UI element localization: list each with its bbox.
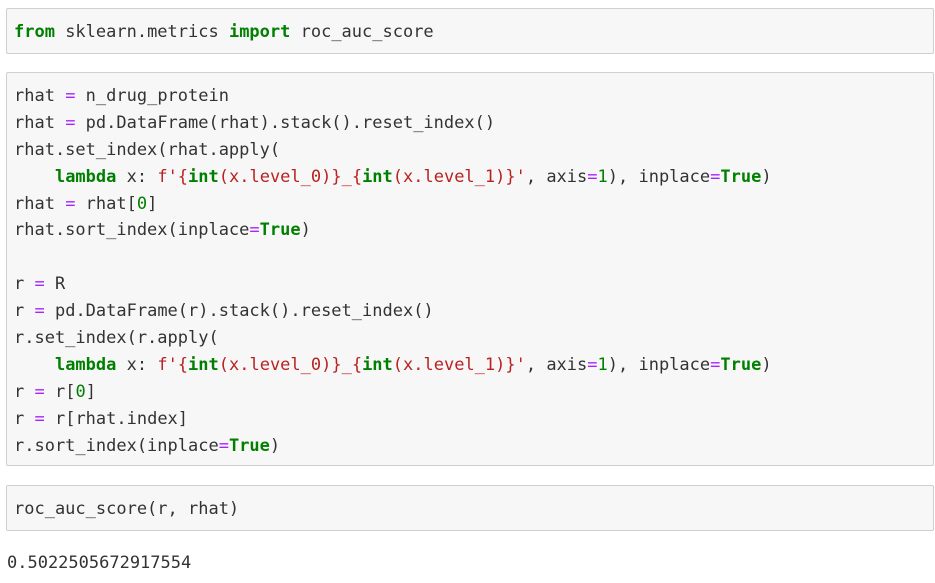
string-token: f'{: [157, 166, 189, 187]
code-token: , axis: [525, 354, 588, 375]
code-token: r: [14, 381, 35, 402]
code-cell-score[interactable]: roc_auc_score(r, rhat): [6, 485, 934, 531]
code-editor[interactable]: roc_auc_score(r, rhat): [14, 496, 239, 523]
operator-token: =: [65, 112, 76, 133]
code-token: r: [14, 274, 35, 295]
code-token: , axis: [525, 166, 588, 187]
code-line: r = R: [14, 271, 772, 298]
code-token: ), inplace: [607, 166, 711, 187]
code-line: rhat.set_index(rhat.apply(: [14, 137, 772, 164]
code-token: ): [300, 220, 311, 241]
code-token: r[: [44, 381, 76, 402]
operator-token: =: [65, 86, 76, 106]
code-line: from sklearn.metrics import roc_auc_scor…: [14, 19, 434, 46]
string-token: (x.level_0)}_{: [218, 166, 363, 187]
code-token: ]: [85, 381, 96, 402]
code-line: r.set_index(r.apply(: [14, 325, 772, 352]
code-line: r.sort_index(inplace=True): [14, 433, 772, 460]
code-editor[interactable]: from sklearn.metrics import roc_auc_scor…: [14, 19, 434, 46]
operator-token: =: [34, 274, 45, 295]
code-editor[interactable]: rhat = n_drug_protein rhat = pd.DataFrame…: [14, 83, 772, 459]
number-token: 1: [597, 166, 608, 187]
code-line: rhat.sort_index(inplace=True): [14, 217, 772, 244]
keyword-token: int: [362, 166, 393, 187]
code-token: pd.DataFrame(rhat).stack().reset_index(): [75, 112, 496, 133]
code-token: roc_auc_score: [290, 22, 434, 42]
number-token: 0: [75, 381, 86, 402]
code-token: r.sort_index(inplace: [14, 435, 219, 456]
code-token: roc_auc_score(r, rhat): [14, 499, 240, 519]
operator-token: =: [249, 220, 260, 241]
code-token: rhat: [14, 112, 66, 133]
code-token: ): [269, 435, 281, 456]
code-token: r.set_index(r.apply(: [14, 328, 219, 349]
code-token: pd.DataFrame(r).stack().reset_index(): [44, 301, 434, 322]
string-token: (x.level_0)}_{: [218, 354, 363, 375]
code-token: x:: [116, 166, 158, 187]
code-token: ): [761, 354, 772, 375]
code-line: r = r[rhat.index]: [14, 406, 772, 433]
operator-token: =: [710, 166, 721, 187]
keyword-token: int: [362, 354, 393, 375]
keyword-token: from: [14, 22, 55, 42]
code-cell-import[interactable]: from sklearn.metrics import roc_auc_scor…: [6, 8, 934, 54]
code-line: rhat = rhat[0]: [14, 191, 772, 218]
code-token: rhat.set_index(rhat.apply(: [14, 139, 281, 160]
code-token: sklearn.metrics: [54, 22, 229, 42]
operator-token: =: [34, 381, 45, 402]
string-token: (x.level_1)}': [392, 354, 526, 375]
code-token: r: [14, 301, 35, 322]
code-line: r = r[0]: [14, 379, 772, 406]
keyword-token: import: [228, 22, 291, 42]
operator-token: =: [218, 435, 229, 456]
code-cell-preprocess[interactable]: rhat = n_drug_protein rhat = pd.DataFrame…: [6, 72, 934, 466]
code-token: rhat.sort_index(inplace: [14, 220, 250, 241]
code-token: rhat[: [75, 193, 137, 214]
string-token: (x.level_1)}': [392, 166, 526, 187]
string-token: f'{: [157, 354, 189, 375]
keyword-token: True: [259, 220, 301, 241]
code-token: ): [761, 166, 772, 187]
keyword-token: True: [720, 354, 762, 375]
operator-token: =: [65, 193, 76, 214]
operator-token: =: [34, 408, 45, 429]
keyword-token: lambda: [54, 166, 117, 187]
code-token: rhat: [14, 193, 66, 214]
code-token: ]: [147, 193, 158, 214]
keyword-token: int: [188, 166, 219, 187]
code-line: lambda x: f'{int(x.level_0)}_{int(x.leve…: [14, 352, 772, 379]
code-line: rhat = n_drug_protein: [14, 83, 772, 110]
code-line: rhat = pd.DataFrame(rhat).stack().reset_…: [14, 110, 772, 137]
keyword-token: True: [228, 435, 270, 456]
code-token: n_drug_protein: [75, 86, 229, 106]
operator-token: =: [587, 354, 598, 375]
keyword-token: lambda: [54, 354, 117, 375]
cell-output: 0.5022505672917554: [7, 553, 192, 573]
code-token: rhat: [14, 86, 66, 106]
code-token: x:: [116, 354, 158, 375]
number-token: 0: [136, 193, 148, 214]
keyword-token: int: [188, 354, 219, 375]
code-token: R: [44, 274, 66, 295]
operator-token: =: [587, 166, 598, 187]
code-token: r: [14, 408, 35, 429]
keyword-token: True: [720, 166, 762, 187]
code-line: roc_auc_score(r, rhat): [14, 496, 239, 523]
number-token: 1: [597, 354, 608, 375]
code-line: r = pd.DataFrame(r).stack().reset_index(…: [14, 298, 772, 325]
operator-token: =: [34, 301, 45, 322]
code-token: ), inplace: [607, 354, 711, 375]
code-token: r[rhat.index]: [44, 408, 189, 429]
operator-token: =: [710, 354, 721, 375]
code-line: lambda x: f'{int(x.level_0)}_{int(x.leve…: [14, 164, 772, 191]
